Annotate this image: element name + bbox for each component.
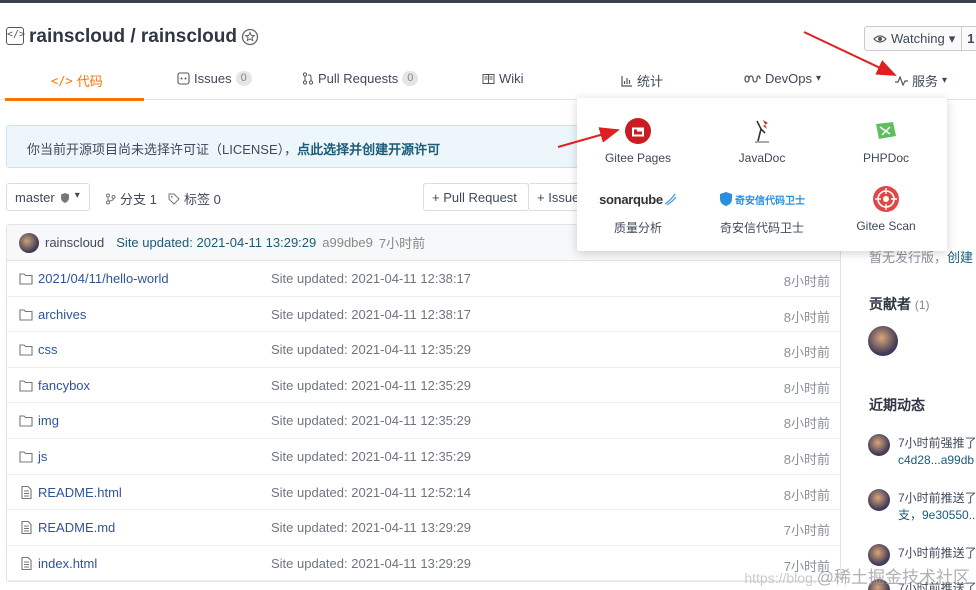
annotation-arrows — [557, 31, 897, 148]
annotation-arrow-services — [803, 31, 897, 76]
watermark-url: https://blog. — [744, 570, 817, 586]
watermark: https://blog.@稀土掘金技术社区 — [744, 563, 970, 588]
annotation-arrow-gitee-pages — [557, 127, 620, 148]
watermark-text: @稀土掘金技术社区 — [816, 568, 970, 587]
